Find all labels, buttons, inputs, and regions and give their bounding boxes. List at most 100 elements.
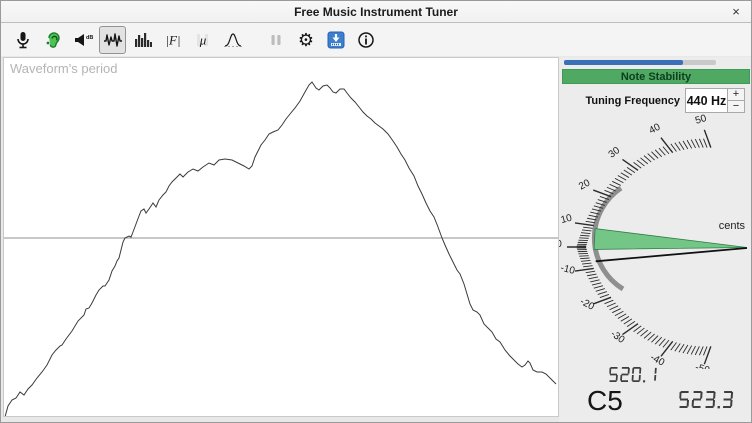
tuning-frequency-value[interactable]: 440 Hz xyxy=(686,89,727,112)
gauge-major-tick xyxy=(704,346,711,364)
gauge-minor-tick xyxy=(583,266,592,267)
statistics-view-icon: μ xyxy=(193,30,213,50)
toolbar-button-fourier-view[interactable]: |F| xyxy=(159,26,186,54)
gauge-minor-tick xyxy=(687,140,692,148)
microphone-icon xyxy=(13,30,33,50)
gauge-minor-tick xyxy=(581,260,590,261)
waveform-plot xyxy=(4,58,558,416)
gauge-minor-tick xyxy=(651,336,658,343)
tuner-side-panel: Note Stability Tuning Frequency 440 Hz +… xyxy=(559,57,752,423)
gauge-minor-tick xyxy=(640,158,647,164)
gauge-tick-label: -10 xyxy=(559,263,576,277)
svg-text:|F|: |F| xyxy=(165,32,180,47)
gauge-tick-label: -30 xyxy=(608,328,627,346)
toolbar-button-settings-gear[interactable]: ⚙ xyxy=(292,26,319,54)
toolbar: dB |F| μ ⚙ xyxy=(1,23,751,56)
gaussian-view-icon xyxy=(222,30,244,50)
toolbar-button-volume-db[interactable]: dB xyxy=(69,26,96,54)
spinbox-buttons: + − xyxy=(727,89,744,112)
gauge-minor-tick xyxy=(580,258,589,259)
fourier-view-icon: |F| xyxy=(163,30,183,50)
tuning-frequency-label: Tuning Frequency xyxy=(585,95,680,107)
gauge-minor-tick xyxy=(582,263,591,264)
gauge-minor-tick xyxy=(637,328,644,334)
svg-text:dB: dB xyxy=(86,35,93,41)
gauge-major-tick xyxy=(575,223,594,226)
gauge-minor-tick xyxy=(583,227,592,228)
gauge-minor-tick xyxy=(586,271,595,272)
gauge-minor-tick xyxy=(640,330,647,336)
toolbar-button-gaussian-view[interactable] xyxy=(219,26,246,54)
gauge-minor-tick xyxy=(655,337,662,344)
waveform-trace xyxy=(5,82,556,416)
gauge-minor-tick xyxy=(607,303,616,307)
note-stability-bar: Note Stability xyxy=(562,69,750,84)
toolbar-button-waveform-view[interactable] xyxy=(99,26,126,54)
gauge-minor-tick xyxy=(618,314,626,319)
gauge-minor-tick xyxy=(648,154,655,161)
toolbar-button-spectrum-view[interactable] xyxy=(129,26,156,54)
gauge-minor-tick xyxy=(621,316,629,321)
gauge-minor-tick xyxy=(581,233,590,234)
gauge-minor-tick xyxy=(610,306,619,310)
toolbar-button-listen-ear[interactable] xyxy=(39,26,66,54)
about-info-icon xyxy=(357,31,375,49)
settings-gear-icon: ⚙ xyxy=(296,30,316,50)
target-frequency-display xyxy=(679,391,736,410)
volume-progress-fill xyxy=(564,60,683,65)
gauge-minor-tick xyxy=(651,152,658,159)
gauge-minor-tick xyxy=(687,346,692,354)
gauge-unit-label: cents xyxy=(719,220,746,232)
gauge-minor-tick xyxy=(590,280,599,282)
gauge-minor-tick xyxy=(582,230,591,231)
gauge-tick-label: 40 xyxy=(647,122,662,137)
gauge-minor-tick xyxy=(683,141,688,149)
gauge-minor-tick xyxy=(598,292,607,295)
tuning-frequency-row: Tuning Frequency 440 Hz + − xyxy=(559,88,752,113)
gauge-minor-tick xyxy=(691,140,695,148)
gauge-minor-tick xyxy=(579,238,588,239)
gauge-minor-tick xyxy=(580,235,589,236)
gauge-minor-tick xyxy=(703,139,707,148)
gauge-minor-tick xyxy=(607,187,616,191)
toolbar-button-microphone[interactable] xyxy=(9,26,36,54)
gauge-minor-tick xyxy=(691,346,695,354)
gauge-minor-tick xyxy=(586,221,595,222)
gauge-minor-tick xyxy=(589,277,598,279)
toolbar-button-pause xyxy=(262,26,289,54)
gauge-minor-tick xyxy=(637,160,644,166)
toolbar-button-statistics-view[interactable]: μ xyxy=(189,26,216,54)
gauge-minor-tick xyxy=(675,143,680,151)
gauge-minor-tick xyxy=(648,334,655,341)
volume-progress-bar xyxy=(564,60,716,65)
gauge-minor-tick xyxy=(699,346,703,355)
gauge-minor-tick xyxy=(675,343,680,351)
gauge-major-tick xyxy=(593,190,611,197)
tuning-frequency-spinbox[interactable]: 440 Hz + − xyxy=(685,88,745,113)
gauge-minor-tick xyxy=(659,148,665,155)
gauge-minor-tick xyxy=(695,139,699,148)
gauge-major-tick xyxy=(661,341,673,356)
gauge-minor-tick xyxy=(587,274,596,276)
gauge-tick-label: 0 xyxy=(559,239,562,250)
gauge-minor-tick xyxy=(695,346,699,355)
spinbox-decrement-button[interactable]: − xyxy=(728,101,744,112)
toolbar-button-record-save[interactable] xyxy=(322,26,349,54)
gauge-minor-tick xyxy=(624,170,632,175)
record-save-icon xyxy=(327,31,345,49)
measured-frequency-display xyxy=(559,367,709,384)
title-bar: Free Music Instrument Tuner × xyxy=(1,1,751,23)
gauge-minor-tick xyxy=(703,346,707,355)
gauge-minor-tick xyxy=(610,184,619,188)
window-title: Free Music Instrument Tuner xyxy=(294,5,458,19)
close-button[interactable]: × xyxy=(728,3,744,19)
listen-ear-icon xyxy=(43,30,63,50)
gauge-minor-tick xyxy=(605,300,614,304)
svg-text:⚙: ⚙ xyxy=(297,30,313,50)
toolbar-button-about-info[interactable] xyxy=(352,26,379,54)
waveform-period-label: Waveform's period xyxy=(10,61,117,76)
gauge-minor-tick xyxy=(655,150,662,157)
gauge-major-tick xyxy=(622,324,638,335)
waveform-panel: Waveform's period xyxy=(3,57,559,417)
gauge-tick-label: -20 xyxy=(578,296,596,313)
